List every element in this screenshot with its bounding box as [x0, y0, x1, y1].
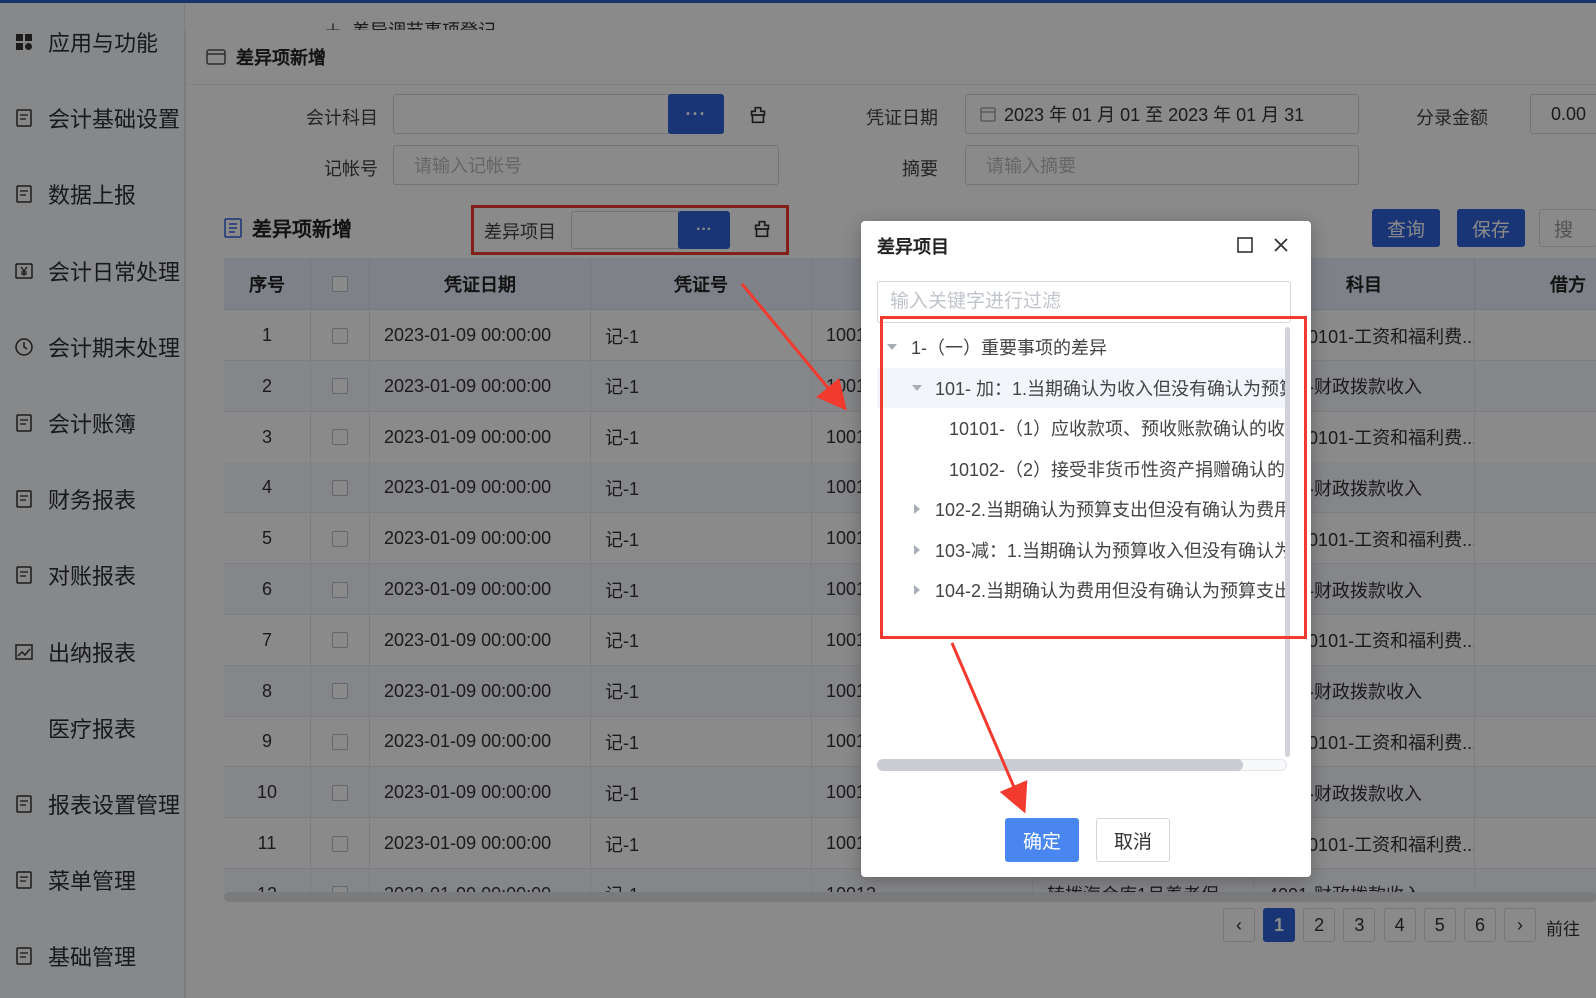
tree-horizontal-scrollbar[interactable] [877, 759, 1243, 771]
cancel-button[interactable]: 取消 [1096, 818, 1170, 862]
modal-backdrop[interactable] [0, 0, 1596, 998]
dialog-title: 差异项目 [877, 237, 949, 257]
maximize-icon[interactable] [1236, 236, 1254, 254]
confirm-button[interactable]: 确定 [1005, 818, 1079, 862]
tree-annotation-box [880, 316, 1307, 639]
close-icon[interactable] [1271, 235, 1291, 255]
